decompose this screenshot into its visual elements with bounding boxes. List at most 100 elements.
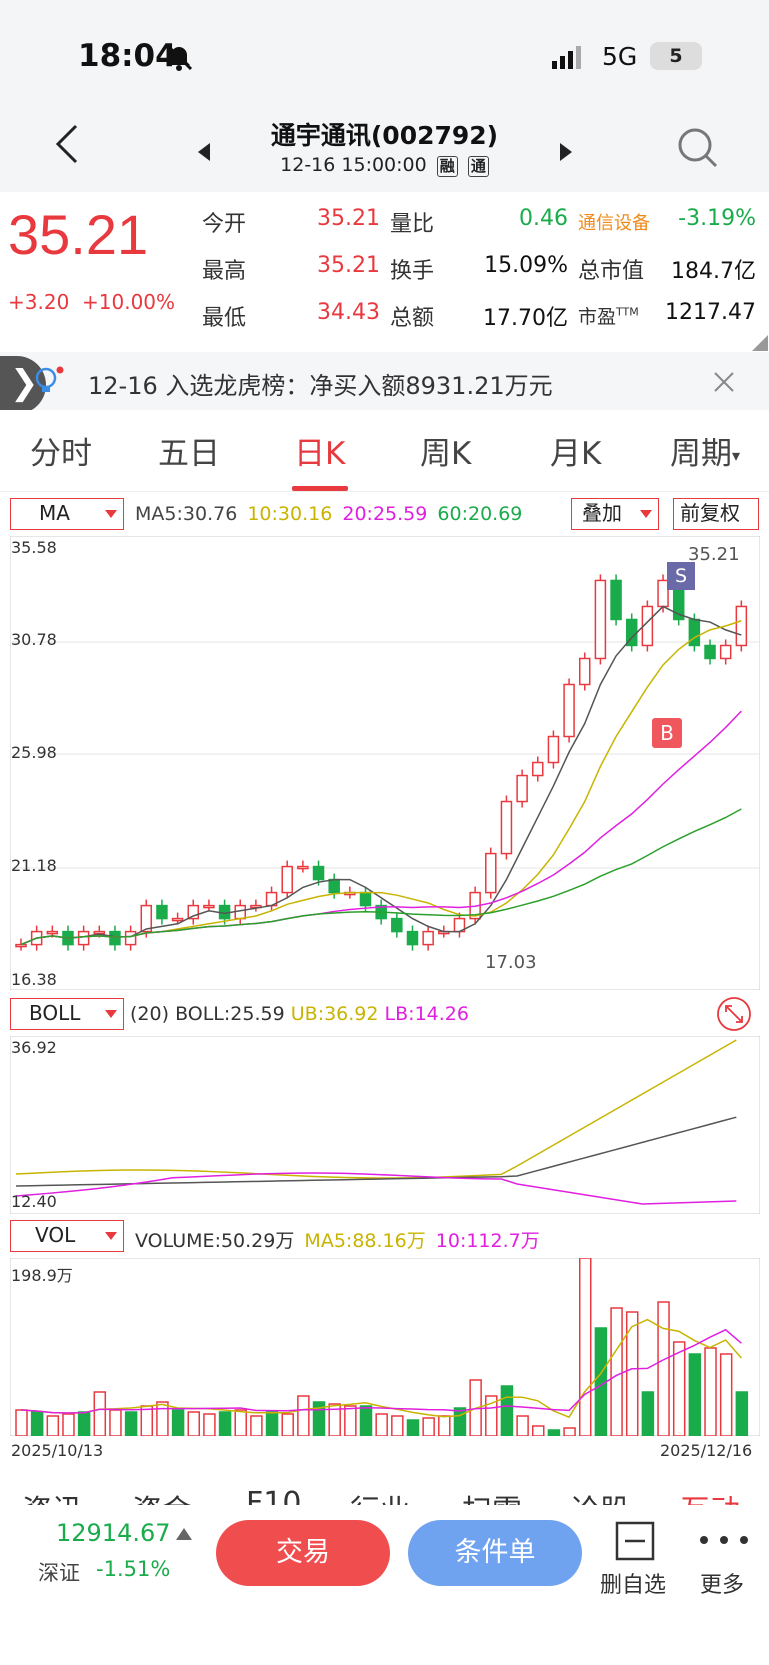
boll-label: BOLL:: [175, 1003, 231, 1025]
candle-body: [563, 683, 575, 738]
ma-selector[interactable]: MA: [10, 498, 124, 530]
boll-y-bottom: 12.40: [11, 1192, 57, 1211]
volume-value: 50.29万: [220, 1230, 295, 1252]
volume-bar: [30, 1411, 44, 1436]
volume-bar: [641, 1391, 655, 1436]
candle-body: [77, 930, 90, 946]
buy-marker[interactable]: B: [652, 718, 682, 748]
candle-body: [719, 644, 732, 660]
candle-body: [312, 865, 325, 881]
y-tick-max: 35.58: [11, 538, 57, 557]
volume-bar: [688, 1353, 702, 1436]
volume-bar: [250, 1415, 263, 1436]
turnover-label: 换手: [390, 259, 435, 284]
boll-chart[interactable]: [10, 1036, 760, 1214]
candle-body: [735, 605, 748, 647]
lb-value: 14.26: [414, 1003, 469, 1025]
caret-icon: [640, 510, 652, 518]
candle-body: [547, 735, 560, 764]
caret-icon: [105, 1232, 117, 1240]
stock-header: 通宇通讯(002792) 12-16 15:00:00 融 通: [0, 110, 769, 192]
caret-icon: [105, 510, 117, 518]
tab-industry[interactable]: 行业: [350, 1486, 410, 1506]
volume-bar: [281, 1413, 294, 1436]
volume-bar: [672, 1341, 686, 1436]
remove-watchlist-icon[interactable]: [613, 1519, 657, 1563]
candle-body: [422, 930, 434, 946]
tab-f10[interactable]: F10: [246, 1486, 301, 1506]
boll-selector[interactable]: BOLL: [10, 998, 124, 1030]
y-tick: 21.18: [11, 856, 57, 875]
volume-bar: [46, 1415, 60, 1436]
volume-bar: [156, 1401, 169, 1436]
volume-bar: [187, 1411, 201, 1436]
expand-corner-icon[interactable]: [752, 335, 768, 351]
index-value[interactable]: 12914.67: [56, 1519, 171, 1547]
volume-bar: [500, 1385, 514, 1436]
volume-bar: [406, 1419, 420, 1436]
tab-interact[interactable]: 互动: [680, 1486, 740, 1506]
pe-label-text: 市盈: [578, 306, 617, 328]
stock-subtitle: 12-16 15:00:00 融 通: [0, 154, 769, 177]
boll-period: (20): [130, 1003, 170, 1025]
volume-bar: [375, 1413, 388, 1436]
open-value: 35.21: [317, 206, 380, 231]
volume-bar: [657, 1301, 670, 1436]
last-price: 35.21: [8, 203, 149, 266]
more-label[interactable]: 更多: [700, 1567, 744, 1599]
candle-body: [281, 865, 293, 894]
tab-period-label: 周期: [670, 436, 732, 472]
tab-timeshare[interactable]: 分时: [30, 428, 92, 473]
conditional-order-button[interactable]: 条件单: [408, 1520, 582, 1586]
kline-chart[interactable]: [10, 536, 760, 990]
pe-label: 市盈TTM: [578, 302, 639, 329]
industry-label[interactable]: 通信设备: [578, 209, 650, 235]
volume-bar: [438, 1415, 451, 1436]
candle-body: [704, 644, 716, 660]
triangle-up-icon: [176, 1528, 192, 1540]
volume-bar: [610, 1307, 623, 1436]
notice-bar[interactable]: ❯ 12-16 入选龙虎榜：净买入额8931.21万元: [0, 352, 769, 414]
tab-discuss[interactable]: 论股: [570, 1486, 630, 1506]
search-icon[interactable]: [676, 126, 720, 170]
volume-label: VOLUME:: [135, 1230, 221, 1252]
tab-monthly-k[interactable]: 月K: [550, 428, 601, 473]
ma-legend: MA5:30.76 10:30.16 20:25.59 60:20.69: [135, 503, 522, 525]
next-stock-icon[interactable]: [558, 142, 574, 162]
ma5-value: 30.76: [182, 503, 238, 525]
max-price-label: 35.21: [688, 544, 740, 565]
close-icon[interactable]: [712, 370, 736, 394]
tab-period[interactable]: 周期▾: [670, 428, 740, 473]
trade-button[interactable]: 交易: [216, 1520, 390, 1586]
tab-daily-k[interactable]: 日K: [294, 428, 345, 473]
date-start: 2025/10/13: [11, 1441, 104, 1460]
more-icon[interactable]: [696, 1533, 752, 1547]
volume-bar: [265, 1411, 279, 1436]
tab-five-day[interactable]: 五日: [158, 428, 220, 473]
overlay-button[interactable]: 叠加: [571, 498, 659, 530]
tab-risk[interactable]: 扫雷: [462, 1486, 522, 1506]
candle-body: [610, 579, 622, 621]
volume-bar: [93, 1391, 107, 1436]
notice-text: 12-16 入选龙虎榜：净买入额8931.21万元: [88, 372, 553, 400]
adjust-button[interactable]: 前复权: [673, 498, 759, 530]
sell-marker[interactable]: S: [667, 562, 695, 590]
candle-body: [594, 579, 607, 660]
fullscreen-icon[interactable]: [716, 996, 752, 1032]
y-tick-min: 16.38: [11, 970, 57, 989]
index-name: 深证: [38, 1561, 80, 1585]
vol-selector[interactable]: VOL: [10, 1220, 124, 1252]
open-label: 今开: [202, 212, 247, 237]
tab-news[interactable]: 资讯: [22, 1486, 82, 1506]
remove-watchlist-label[interactable]: 删自选: [600, 1567, 666, 1599]
tab-funds[interactable]: 资金: [132, 1486, 192, 1506]
candle-body: [391, 917, 403, 933]
quote-datetime: 12-16 15:00:00: [280, 154, 427, 176]
price-change: +3.20 +10.00%: [8, 290, 175, 314]
volume-chart[interactable]: [10, 1258, 760, 1436]
tab-weekly-k[interactable]: 周K: [420, 428, 471, 473]
volume-bar: [563, 1427, 576, 1436]
volume-bar: [140, 1405, 154, 1436]
volume-bar: [15, 1409, 28, 1436]
ma60-label: 60:: [437, 503, 468, 525]
